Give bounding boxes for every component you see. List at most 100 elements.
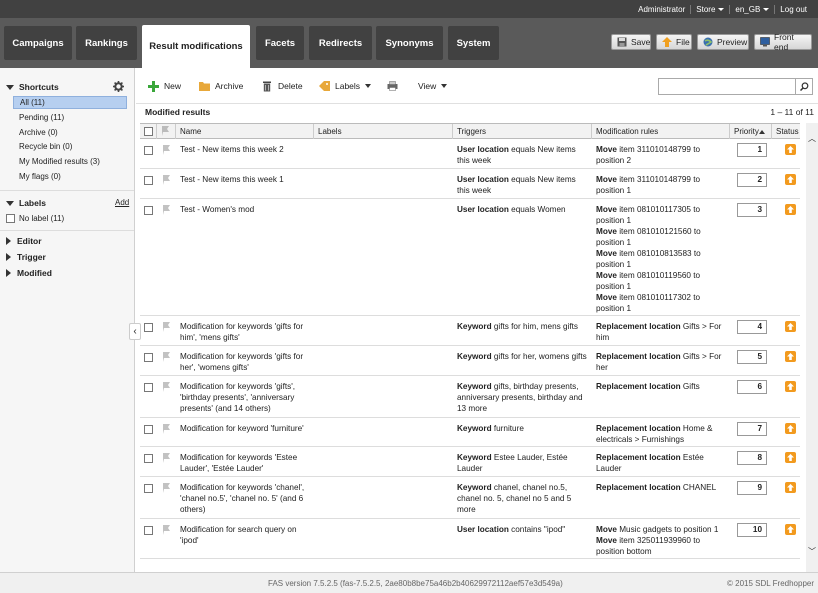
flag-icon[interactable]	[162, 322, 172, 332]
vertical-scrollbar[interactable]: ︿ ﹀	[806, 123, 818, 572]
priority-input[interactable]: 1	[737, 143, 767, 157]
priority-input[interactable]: 2	[737, 173, 767, 187]
table-row[interactable]: Modification for keywords 'gifts for him…	[140, 316, 800, 346]
store-menu[interactable]: Store	[691, 5, 729, 14]
priority-input[interactable]: 5	[737, 350, 767, 364]
flag-icon[interactable]	[162, 453, 172, 463]
label-no-label[interactable]: No label (11)	[0, 212, 114, 225]
flag-icon[interactable]	[162, 525, 172, 535]
table-row[interactable]: Modification for keywords 'Estee Lauder'…	[140, 447, 800, 477]
shortcut-pending[interactable]: Pending (11)	[13, 111, 127, 124]
priority-input[interactable]: 8	[737, 451, 767, 465]
status-pending-icon[interactable]	[785, 174, 796, 185]
save-button[interactable]: Save	[611, 34, 651, 50]
search-button[interactable]	[795, 79, 812, 94]
status-pending-icon[interactable]	[785, 204, 796, 215]
chevron-up-icon[interactable]: ︿	[808, 133, 816, 144]
file-button[interactable]: File	[656, 34, 692, 50]
row-checkbox[interactable]	[144, 146, 153, 155]
shortcuts-header[interactable]: Shortcuts	[6, 82, 59, 92]
shortcut-all[interactable]: All (11)	[13, 96, 127, 109]
archive-button[interactable]: Archive	[199, 81, 243, 91]
row-name[interactable]: Modification for keywords 'gifts for him…	[180, 321, 308, 343]
shortcut-recycle-bin[interactable]: Recycle bin (0)	[13, 140, 127, 153]
priority-input[interactable]: 6	[737, 380, 767, 394]
row-checkbox[interactable]	[144, 323, 153, 332]
table-row[interactable]: Modification for search query on 'ipod' U…	[140, 519, 800, 559]
status-pending-icon[interactable]	[785, 482, 796, 493]
row-name[interactable]: Modification for search query on 'ipod'	[180, 524, 308, 546]
front-end-button[interactable]: Front end	[754, 32, 812, 52]
preview-button[interactable]: Preview	[697, 34, 749, 50]
flag-icon[interactable]	[162, 205, 172, 215]
tab-system[interactable]: System	[448, 26, 499, 60]
priority-input[interactable]: 10	[737, 523, 767, 537]
table-row[interactable]: Modification for keywords 'gifts', 'birt…	[140, 376, 800, 418]
tab-redirects[interactable]: Redirects	[309, 26, 372, 60]
status-pending-icon[interactable]	[785, 381, 796, 392]
table-row[interactable]: Modification for keywords 'gifts for her…	[140, 346, 800, 376]
row-name[interactable]: Test - New items this week 1	[180, 174, 308, 185]
select-all-checkbox[interactable]	[144, 127, 153, 136]
priority-input[interactable]: 4	[737, 320, 767, 334]
header-name[interactable]: Name	[176, 124, 314, 139]
tab-synonyms[interactable]: Synonyms	[376, 26, 443, 60]
view-dropdown[interactable]: View	[418, 81, 448, 91]
flag-icon[interactable]	[162, 382, 172, 392]
row-name[interactable]: Modification for keywords 'gifts', 'birt…	[180, 381, 308, 414]
status-pending-icon[interactable]	[785, 423, 796, 434]
delete-button[interactable]: Delete	[262, 81, 303, 92]
row-checkbox[interactable]	[144, 176, 153, 185]
status-pending-icon[interactable]	[785, 524, 796, 535]
row-name[interactable]: Modification for keyword 'furniture'	[180, 423, 308, 434]
row-checkbox[interactable]	[144, 425, 153, 434]
priority-input[interactable]: 9	[737, 481, 767, 495]
row-name[interactable]: Modification for keywords 'gifts for her…	[180, 351, 308, 373]
header-flag[interactable]	[157, 124, 176, 139]
editor-section[interactable]: Editor	[6, 236, 42, 246]
header-priority[interactable]: Priority	[730, 124, 772, 139]
shortcut-my-flags[interactable]: My flags (0)	[13, 170, 127, 183]
table-row[interactable]: Test - Women's mod User location equals W…	[140, 199, 800, 316]
label-checkbox[interactable]	[6, 214, 15, 223]
gear-icon[interactable]	[113, 81, 124, 92]
search-box[interactable]	[658, 78, 813, 95]
row-checkbox[interactable]	[144, 383, 153, 392]
row-checkbox[interactable]	[144, 454, 153, 463]
row-checkbox[interactable]	[144, 484, 153, 493]
shortcut-my-modified[interactable]: My Modified results (3)	[13, 155, 127, 168]
print-button[interactable]	[387, 81, 403, 91]
flag-icon[interactable]	[162, 483, 172, 493]
tab-facets[interactable]: Facets	[256, 26, 304, 60]
table-row[interactable]: Modification for keyword 'furniture' Keyw…	[140, 418, 800, 447]
search-input[interactable]	[659, 79, 789, 93]
row-name[interactable]: Test - Women's mod	[180, 204, 308, 215]
table-row[interactable]: Modification for keywords 'chanel', 'cha…	[140, 477, 800, 519]
new-button[interactable]: New	[148, 81, 181, 92]
row-name[interactable]: Modification for keywords 'Estee Lauder'…	[180, 452, 308, 474]
status-pending-icon[interactable]	[785, 144, 796, 155]
flag-icon[interactable]	[162, 424, 172, 434]
priority-input[interactable]: 3	[737, 203, 767, 217]
chevron-down-icon[interactable]: ﹀	[808, 546, 816, 557]
row-checkbox[interactable]	[144, 206, 153, 215]
user-menu[interactable]: Administrator	[633, 5, 690, 14]
status-pending-icon[interactable]	[785, 452, 796, 463]
flag-icon[interactable]	[162, 145, 172, 155]
labels-header[interactable]: Labels	[6, 198, 46, 208]
header-status[interactable]: Status	[772, 124, 800, 139]
modified-section[interactable]: Modified	[6, 268, 52, 278]
header-modification-rules[interactable]: Modification rules	[592, 124, 730, 139]
tab-campaigns[interactable]: Campaigns	[4, 26, 72, 60]
tab-result-modifications[interactable]: Result modifications	[142, 25, 250, 68]
flag-icon[interactable]	[162, 352, 172, 362]
tab-rankings[interactable]: Rankings	[76, 26, 137, 60]
header-labels[interactable]: Labels	[314, 124, 453, 139]
status-pending-icon[interactable]	[785, 351, 796, 362]
table-row[interactable]: Test - New items this week 1 User locatio…	[140, 169, 800, 199]
logout-link[interactable]: Log out	[775, 5, 812, 14]
header-select-all[interactable]	[140, 124, 157, 139]
labels-dropdown[interactable]: Labels	[319, 81, 372, 91]
flag-icon[interactable]	[162, 175, 172, 185]
shortcut-archive[interactable]: Archive (0)	[13, 126, 127, 139]
